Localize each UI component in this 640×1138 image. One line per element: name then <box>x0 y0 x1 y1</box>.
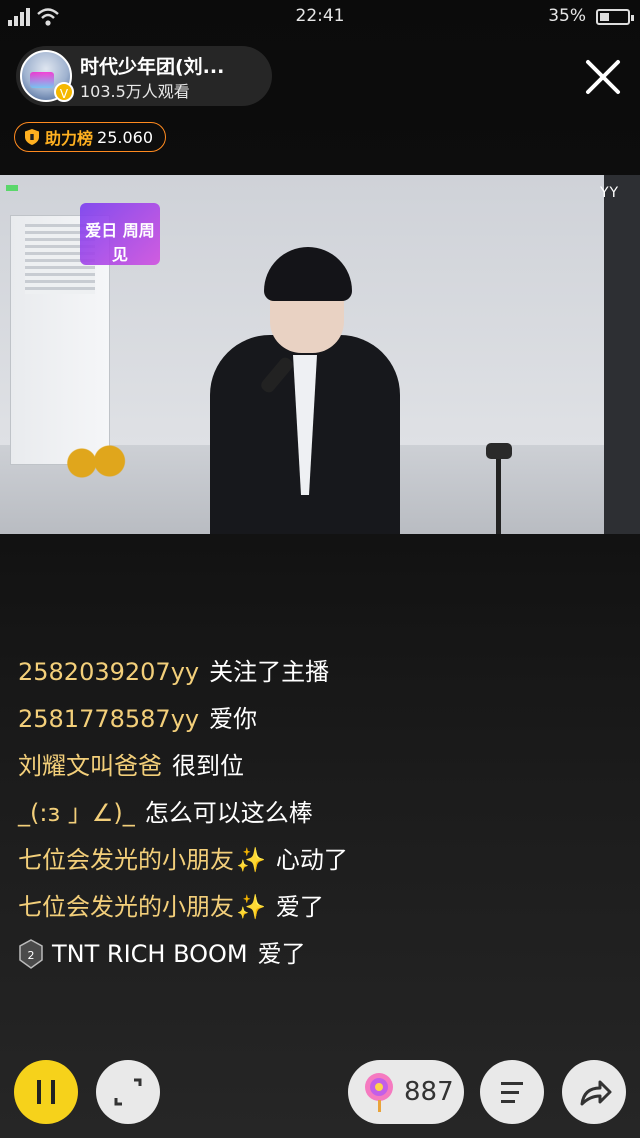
chat-text: 爱了 <box>257 939 306 968</box>
level-badge-icon: 2 <box>19 938 43 969</box>
watermark: YY <box>600 185 620 201</box>
support-rank-button[interactable]: 助力榜 25.060 <box>14 122 166 152</box>
chat-username[interactable]: TNT RICH BOOM <box>52 936 248 972</box>
level-badge-number: 2 <box>28 949 35 962</box>
chat-username[interactable]: 七位会发光的小朋友 <box>18 842 234 878</box>
chat-message: 2 TNT RICH BOOM 爱了 <box>18 930 628 977</box>
chat-message: 2581778587yy 爱你 <box>18 695 628 742</box>
rank-label: 助力榜 <box>45 129 94 148</box>
pause-icon <box>37 1080 55 1104</box>
fullscreen-icon <box>114 1078 142 1106</box>
chat-username[interactable]: 刘耀文叫爸爸 <box>18 748 162 784</box>
battery-icon <box>596 9 634 25</box>
anchor-name: 时代少年团(刘... <box>80 56 225 78</box>
chat-username[interactable]: 七位会发光的小朋友 <box>18 889 234 925</box>
program-logo-text: 爱日 周周见 <box>85 221 155 264</box>
chat-username[interactable]: _(:з 」∠)_ <box>18 795 135 831</box>
menu-button[interactable] <box>480 1060 544 1124</box>
chat-username[interactable]: 2582039207yy <box>18 654 199 690</box>
anchor-info[interactable]: V 时代少年团(刘... 103.5万人观看 <box>16 46 272 106</box>
chat-text: 很到位 <box>172 751 244 780</box>
chat-list[interactable]: 2582039207yy 关注了主播 2581778587yy 爱你 刘耀文叫爸… <box>18 648 628 977</box>
clock: 22:41 <box>295 6 345 26</box>
signal-tag <box>6 185 18 191</box>
share-button[interactable] <box>562 1060 626 1124</box>
sparkle-icon: ✨ <box>236 845 266 874</box>
status-bar: 22:41 35% <box>0 0 640 34</box>
lollipop-icon <box>365 1073 393 1112</box>
verified-badge: V <box>54 82 74 102</box>
chat-message: 2582039207yy 关注了主播 <box>18 648 628 695</box>
live-video[interactable]: 爱日 周周见 YY <box>0 175 640 534</box>
rank-value: 25.060 <box>97 127 153 147</box>
gift-count: 887 <box>404 1077 454 1107</box>
close-icon[interactable] <box>580 54 626 100</box>
chat-message: _(:з 」∠)_ 怎么可以这么棒 <box>18 789 628 836</box>
toy-figures <box>62 443 128 483</box>
fullscreen-button[interactable] <box>96 1060 160 1124</box>
pause-button[interactable] <box>14 1060 78 1124</box>
viewer-count: 103.5万人观看 <box>80 82 190 101</box>
sparkle-icon: ✨ <box>236 892 266 921</box>
battery-percent: 35% <box>548 6 586 26</box>
menu-icon <box>501 1082 523 1103</box>
chat-text: 心动了 <box>275 845 348 874</box>
chat-message: 七位会发光的小朋友 ✨ 爱了 <box>18 883 628 930</box>
chat-text: 爱你 <box>209 704 258 733</box>
chat-message: 七位会发光的小朋友 ✨ 心动了 <box>18 836 628 883</box>
chat-text: 爱了 <box>275 892 324 921</box>
share-icon <box>580 1080 612 1106</box>
chat-username[interactable]: 2581778587yy <box>18 701 199 737</box>
chat-text: 怎么可以这么棒 <box>144 798 313 827</box>
shield-icon <box>25 129 39 145</box>
mic-stand <box>486 443 512 534</box>
gift-button[interactable]: 887 <box>348 1060 464 1124</box>
chat-text: 关注了主播 <box>209 657 330 686</box>
chat-message: 刘耀文叫爸爸 很到位 <box>18 742 628 789</box>
